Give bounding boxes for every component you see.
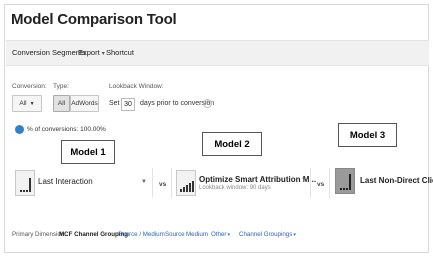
model-2-name[interactable]: Optimize Smart Attribution M... <box>199 175 316 184</box>
chevron-down-icon: ▾ <box>227 232 230 238</box>
conversion-select[interactable]: All ▼ <box>12 95 42 112</box>
conversion-value: All <box>19 100 27 107</box>
percent-conversions: % of conversions: 100.00% <box>27 126 106 133</box>
toolbar: Conversion Segments Export ▾ Shortcut <box>6 40 429 66</box>
bar-chart-rising-icon <box>176 170 196 196</box>
chevron-down-icon[interactable]: ▼ <box>301 177 307 183</box>
chevron-down-icon: ▾ <box>293 232 296 238</box>
callout-model-1: Model 1 <box>61 140 115 164</box>
divider <box>171 168 172 198</box>
type-option-all[interactable]: All <box>53 95 70 112</box>
lookback-days-input[interactable]: 30 <box>121 98 135 111</box>
type-label: Type: <box>53 83 69 90</box>
conversion-segments-button[interactable]: Conversion Segments <box>12 48 86 57</box>
divider <box>310 168 311 198</box>
dimension-channel-groupings-label: Channel Groupings <box>239 231 293 238</box>
bar-chart-last-icon <box>15 170 35 196</box>
dimension-medium[interactable]: Medium <box>186 231 208 238</box>
bar-chart-last-icon <box>335 168 355 194</box>
dimension-source-medium[interactable]: Source / Medium <box>118 231 165 238</box>
callout-model-2: Model 2 <box>202 132 262 156</box>
primary-dimension-label: Primary Dimension: <box>12 231 66 238</box>
export-label: Export <box>78 48 100 57</box>
vs-label: vs <box>159 181 167 188</box>
vs-label: vs <box>317 181 325 188</box>
dimension-source[interactable]: Source <box>165 231 185 238</box>
lookback-label: Lookback Window: <box>109 83 164 90</box>
page-title: Model Comparison Tool <box>11 11 177 28</box>
chevron-down-icon[interactable]: ▼ <box>141 179 147 185</box>
divider <box>329 168 330 198</box>
set-label: Set <box>109 100 120 107</box>
callout-model-3: Model 3 <box>338 123 397 147</box>
dimension-channel-groupings[interactable]: Channel Groupings▾ <box>239 231 296 238</box>
divider <box>152 168 153 198</box>
chevron-down-icon: ▾ <box>101 51 105 57</box>
model-2-lookback: Lookback window: 90 days <box>199 185 271 191</box>
export-menu[interactable]: Export ▾ <box>78 48 105 57</box>
help-icon[interactable]: ? <box>203 99 212 108</box>
chevron-down-icon: ▼ <box>29 100 35 107</box>
model-1-name[interactable]: Last Interaction <box>38 177 93 186</box>
dimension-other[interactable]: Other▾ <box>211 231 230 238</box>
model-3-name[interactable]: Last Non-Direct Click <box>360 176 433 185</box>
model-comparison-panel: Model Comparison Tool Conversion Segment… <box>4 4 433 253</box>
conversion-label: Conversion: <box>12 83 47 90</box>
info-dot-icon <box>15 125 24 134</box>
dimension-other-label: Other <box>211 231 227 238</box>
type-option-adwords[interactable]: AdWords <box>70 95 99 112</box>
shortcut-button[interactable]: Shortcut <box>106 48 134 57</box>
